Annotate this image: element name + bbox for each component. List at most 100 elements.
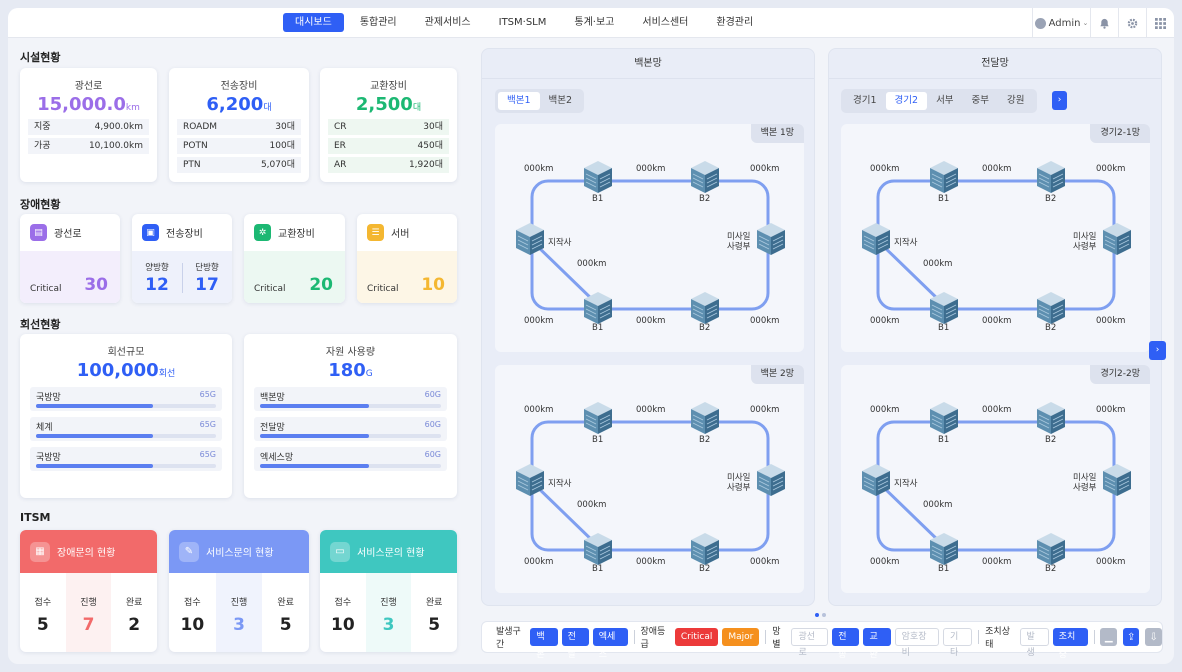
link-distance-label: 000km: [750, 164, 780, 174]
usage-bar: 체계 65G: [30, 417, 222, 441]
server-b1-top[interactable]: [583, 160, 613, 194]
nav-stats-report[interactable]: 통계·보고: [562, 13, 626, 32]
resource-usage-card: 자원 사용량 180G 백본망 60G 전달망 60G 엑세스망 60G: [244, 334, 457, 498]
dashboard-frame: 대시보드 통합관리 관제서비스 ITSM·SLM 통계·보고 서비스센터 환경관…: [8, 8, 1174, 664]
filter-switch-button[interactable]: 교환: [863, 628, 891, 660]
tab-west[interactable]: 서부: [927, 92, 962, 110]
facility-card-value: 2,500대: [355, 94, 422, 115]
server-b2-top[interactable]: [690, 401, 720, 435]
page-dot-active[interactable]: [815, 613, 819, 617]
filter-trans-button[interactable]: 전송: [832, 628, 860, 660]
minimize-button[interactable]: ▁: [1100, 628, 1117, 646]
upload-button[interactable]: ⇪: [1122, 628, 1140, 646]
tabs-next-button[interactable]: ›: [1052, 91, 1067, 110]
settings-button[interactable]: [1118, 8, 1146, 38]
server-b1-top[interactable]: [929, 160, 959, 194]
server-jijaksa[interactable]: [515, 222, 545, 256]
link-distance-label: 000km: [750, 557, 780, 567]
node-label-b2: B2: [1045, 323, 1057, 333]
node-label-b2: B2: [699, 194, 711, 204]
facility-row: 지중 4,900.0km: [28, 119, 149, 135]
page-dot[interactable]: [822, 613, 826, 617]
nav-settings[interactable]: 환경관리: [704, 13, 765, 32]
filter-major-button[interactable]: Major: [722, 628, 760, 646]
circuit-scale-value: 100,000회선: [76, 360, 176, 381]
server-b2-bottom[interactable]: [1036, 291, 1066, 325]
server-misail[interactable]: [1102, 222, 1132, 256]
server-b1-bottom[interactable]: [929, 291, 959, 325]
server-jijaksa[interactable]: [515, 463, 545, 497]
server-b1-bottom[interactable]: [583, 291, 613, 325]
facility-card-value: 15,000.0km: [37, 94, 140, 115]
filter-backbone-button[interactable]: 백본: [530, 628, 558, 660]
server-misail[interactable]: [756, 463, 786, 497]
server-b2-top[interactable]: [1036, 401, 1066, 435]
net-filter-label: 망별: [772, 627, 781, 650]
tab-backbone-2[interactable]: 백본2: [540, 92, 582, 110]
panel-next-button[interactable]: ›: [1149, 341, 1166, 360]
nav-service-center[interactable]: 서비스센터: [630, 13, 700, 32]
circuit-scale-title: 회선규모: [107, 347, 145, 358]
filter-access-button[interactable]: 엑세스: [592, 628, 628, 660]
node-label-b1: B1: [938, 435, 950, 445]
filter-critical-button[interactable]: Critical: [674, 628, 719, 646]
filter-transfer-button[interactable]: 전달: [561, 628, 589, 660]
tab-gyeonggi-1[interactable]: 경기1: [844, 92, 886, 110]
download-button[interactable]: ⇩: [1145, 628, 1162, 646]
itsm-card-fault[interactable]: ▦ 장애문의 현황 접수 5 진행 7 완료 2: [20, 530, 157, 652]
fault-card-switch[interactable]: ✲ 교환장비 Critical 20: [244, 214, 345, 303]
tab-central[interactable]: 중부: [963, 92, 998, 110]
server-b2-bottom[interactable]: [1036, 532, 1066, 566]
itsm-stat-received: 접수 5: [34, 598, 52, 635]
fiber-icon: ▤: [30, 224, 47, 241]
notification-button[interactable]: [1090, 8, 1118, 38]
nav-monitoring[interactable]: 관제서비스: [413, 13, 483, 32]
server-b1-top[interactable]: [929, 401, 959, 435]
usage-bar: 백본망 60G: [254, 387, 447, 411]
filter-crypto-button[interactable]: 암호장비: [894, 628, 940, 658]
fault-card-server[interactable]: ☰ 서버 Critical 10: [357, 214, 457, 303]
tab-gangwon[interactable]: 강원: [998, 92, 1033, 110]
server-b1-bottom[interactable]: [583, 532, 613, 566]
link-distance-label: 000km: [636, 405, 666, 415]
resource-usage-title: 자원 사용량: [325, 347, 376, 358]
filter-occurred-button[interactable]: 발생: [1019, 628, 1049, 658]
filter-fiber-button[interactable]: 광선로: [791, 628, 829, 658]
facility-row: ER 450대: [328, 138, 449, 154]
tab-gyeonggi-2[interactable]: 경기2: [885, 92, 928, 110]
itsm-card-service-2[interactable]: ▭ 서비스문의 현황 접수 10 진행 3 완료 5: [320, 530, 457, 652]
filter-etc-button[interactable]: 기타: [943, 628, 973, 658]
network-name-tag: 백본 1망: [750, 124, 804, 143]
apps-button[interactable]: [1146, 8, 1174, 38]
nav-integrated[interactable]: 통합관리: [348, 13, 409, 32]
nav-dashboard[interactable]: 대시보드: [283, 13, 344, 32]
server-b2-bottom[interactable]: [690, 532, 720, 566]
node-label-b1: B1: [592, 564, 604, 574]
link-distance-label: 000km: [982, 316, 1012, 326]
network-name-tag: 백본 2망: [750, 365, 804, 384]
tab-backbone-1[interactable]: 백본1: [498, 92, 540, 110]
usage-bar: 국방망 65G: [30, 387, 222, 411]
critical-label: Critical: [367, 284, 399, 294]
filter-in-action-button[interactable]: 조치중: [1052, 628, 1088, 660]
server-misail[interactable]: [756, 222, 786, 256]
device-icon: ▣: [142, 224, 159, 241]
server-b1-top[interactable]: [583, 401, 613, 435]
node-label-b2: B2: [1045, 194, 1057, 204]
server-jijaksa[interactable]: [861, 463, 891, 497]
server-b2-top[interactable]: [1036, 160, 1066, 194]
server-misail[interactable]: [1102, 463, 1132, 497]
facility-row: 가공 10,100.0km: [28, 138, 149, 154]
itsm-card-service[interactable]: ✎ 서비스문의 현황 접수 10 진행 3 완료 5: [169, 530, 309, 652]
link-distance-label: 000km: [524, 557, 554, 567]
user-menu[interactable]: Admin ⌄: [1032, 8, 1090, 38]
fault-card-transmission[interactable]: ▣ 전송장비 양방향 12 단방향 17: [132, 214, 232, 303]
backbone-tabs: 백본1 백본2: [495, 89, 585, 113]
server-b2-top[interactable]: [690, 160, 720, 194]
nav-itsm-slm[interactable]: ITSM·SLM: [487, 13, 559, 32]
server-b2-bottom[interactable]: [690, 291, 720, 325]
server-b1-bottom[interactable]: [929, 532, 959, 566]
fault-card-line[interactable]: ▤ 광선로 Critical 30: [20, 214, 120, 303]
server-jijaksa[interactable]: [861, 222, 891, 256]
itsm-stat-done: 완료 5: [277, 598, 294, 635]
